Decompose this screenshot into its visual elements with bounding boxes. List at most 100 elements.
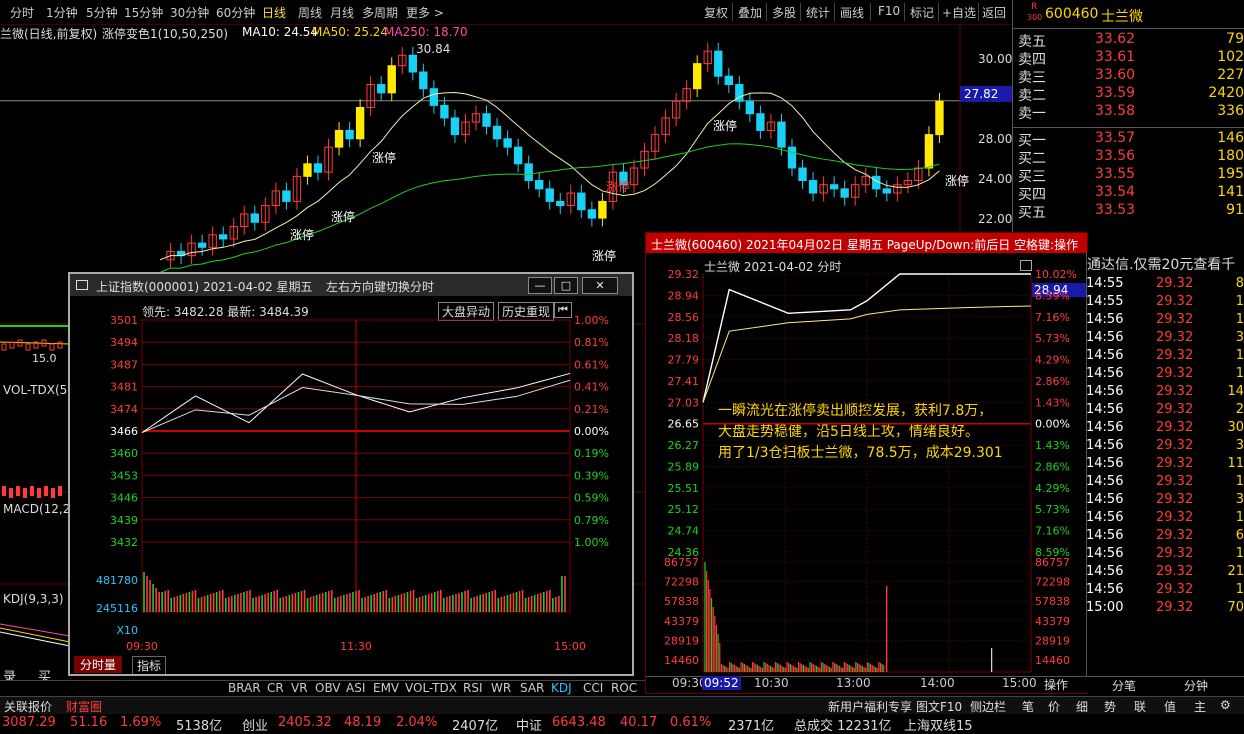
tool-xi[interactable]: 细 xyxy=(1076,698,1088,715)
related-quote-link[interactable]: 关联报价 xyxy=(4,698,52,715)
ob-row-label: 买三 xyxy=(1018,169,1046,185)
tab-cr[interactable]: CR xyxy=(267,681,284,695)
tool-zhi[interactable]: 值 xyxy=(1164,698,1176,715)
ob-row-label: 买四 xyxy=(1018,187,1046,203)
tab-vol-tdx[interactable]: VOL-TDX xyxy=(405,681,457,695)
tick-volume: 30 xyxy=(1227,420,1244,435)
price-tick-label: 27.41 xyxy=(668,375,700,388)
price-tick-label: 28.18 xyxy=(668,332,700,345)
sidebar-link[interactable]: 侧边栏 xyxy=(970,698,1006,715)
tab-minutes[interactable]: 分钟 xyxy=(1184,677,1208,694)
tool-multi-stock[interactable]: 多股 xyxy=(772,4,796,21)
tick-banner[interactable]: 通达信.仅需20元查看千 xyxy=(1087,254,1235,274)
tab-emv[interactable]: EMV xyxy=(373,681,399,695)
tool-bi[interactable]: 笔 xyxy=(1022,698,1034,715)
tab-more[interactable]: 更多 > xyxy=(406,4,444,21)
tab-multi-period[interactable]: 多周期 xyxy=(362,4,398,21)
tool-back[interactable]: 返回 xyxy=(982,4,1006,21)
candle-body xyxy=(303,163,312,177)
macd-bar xyxy=(2,486,6,496)
tab-60min[interactable]: 60分钟 xyxy=(216,4,255,21)
candle-body xyxy=(787,146,797,169)
tab-rsi[interactable]: RSI xyxy=(463,681,483,695)
stock-window-titlebar[interactable]: 士兰微(600460) 2021年04月02日 星期五 PageUp/Down:… xyxy=(646,233,1087,253)
tab-roc[interactable]: ROC xyxy=(611,681,637,695)
tick-time: 14:56 xyxy=(1086,348,1124,363)
time-tick-label: 11:30 xyxy=(340,640,372,653)
tick-time: 14:56 xyxy=(1086,582,1124,597)
tab-15min[interactable]: 15分钟 xyxy=(124,4,163,21)
sh-index-pct: 1.69% xyxy=(120,715,162,730)
price-tick-label: 28.94 xyxy=(668,289,700,302)
tick-volume: 70 xyxy=(1227,600,1244,615)
tab-asi[interactable]: ASI xyxy=(346,681,365,695)
tab-kdj[interactable]: KDJ xyxy=(551,681,572,695)
index-window-hint: 左右方向键切换分时 xyxy=(326,280,435,294)
tab-fenshi[interactable]: 分时 xyxy=(10,4,34,21)
volume-tick-label: 86757 xyxy=(1035,556,1070,569)
tab-monthly[interactable]: 月线 xyxy=(330,4,354,21)
candle-body xyxy=(714,50,723,77)
price-axis-label: 28.00 xyxy=(978,132,1013,146)
tab-minute-volume[interactable]: 分时量 xyxy=(74,656,123,673)
minimize-button[interactable]: — xyxy=(528,277,552,294)
tools-icon[interactable]: ⚙ xyxy=(1220,698,1231,712)
tab-indicator[interactable]: 指标 xyxy=(132,656,167,674)
tab-daily[interactable]: 日线 xyxy=(262,4,286,21)
tool-stats[interactable]: 统计 xyxy=(806,4,830,21)
tick-row: 14:56 29.32 21 xyxy=(1086,564,1244,582)
market-status-bar: 3087.29 51.16 1.69% 5138亿 创业 2405.32 48.… xyxy=(0,714,1244,734)
tab-weekly[interactable]: 周线 xyxy=(298,4,322,21)
price-axis-label: 24.00 xyxy=(978,172,1013,186)
tab-obv[interactable]: OBV xyxy=(315,681,341,695)
tab-wr[interactable]: WR xyxy=(491,681,511,695)
tool-fuquan[interactable]: 复权 xyxy=(704,4,728,21)
tab-cci[interactable]: CCI xyxy=(583,681,603,695)
tool-zhu[interactable]: 主 xyxy=(1194,698,1206,715)
tool-add-watchlist[interactable]: +自选 xyxy=(942,4,976,21)
price-tick-label: 24.74 xyxy=(668,525,700,538)
candle-body xyxy=(355,106,365,140)
candle-body xyxy=(503,138,512,148)
tool-f10[interactable]: F10 xyxy=(878,4,900,18)
tab-sar[interactable]: SAR xyxy=(520,681,544,695)
tool-lian[interactable]: 联 xyxy=(1134,698,1146,715)
tool-shi[interactable]: 势 xyxy=(1104,698,1116,715)
tick-row: 14:56 29.32 1 xyxy=(1086,312,1244,330)
close-button[interactable]: ✕ xyxy=(582,277,618,294)
wealth-circle-link[interactable]: 财富圈 xyxy=(66,698,102,715)
index-window-titlebar[interactable]: 上证指数(000001) 2021-04-02 星期五 左右方向键切换分时 — … xyxy=(70,274,632,296)
maximize-button[interactable]: □ xyxy=(554,277,578,294)
tab-30min[interactable]: 30分钟 xyxy=(170,4,209,21)
ob-row-price: 33.53 xyxy=(1095,202,1136,218)
volume-tick-label: 43379 xyxy=(1035,615,1070,628)
new-user-link[interactable]: 新用户福利专享 xyxy=(828,698,912,715)
tab-1min[interactable]: 1分钟 xyxy=(46,4,78,21)
f10-link[interactable]: 图文F10 xyxy=(916,698,962,715)
volume-tick-label: 72298 xyxy=(1035,576,1070,589)
tick-price: 29.32 xyxy=(1156,294,1194,309)
pct-tick-label: 1.00% xyxy=(574,536,609,549)
divider xyxy=(800,3,801,21)
pct-tick-label: 0.79% xyxy=(574,514,609,527)
tab-vr[interactable]: VR xyxy=(291,681,308,695)
tool-mark[interactable]: 标记 xyxy=(910,4,934,21)
tick-price: 29.32 xyxy=(1156,312,1194,327)
tool-draw[interactable]: 画线 xyxy=(840,4,864,21)
sh-index-change: 51.16 xyxy=(70,715,108,730)
pct-tick-label: 0.00% xyxy=(574,425,609,438)
candle-body xyxy=(345,129,354,140)
tab-ticks[interactable]: 分笔 xyxy=(1112,677,1136,694)
order-book-row: 买三 33.55 195 xyxy=(1015,166,1244,185)
tool-overlay[interactable]: 叠加 xyxy=(738,4,762,21)
sh-index-value: 3087.29 xyxy=(2,715,56,730)
tab-brar[interactable]: BRAR xyxy=(228,681,261,695)
tick-row: 14:55 29.32 1 xyxy=(1086,294,1244,312)
pct-tick-label: 1.43% xyxy=(1035,396,1070,409)
tool-jia[interactable]: 价 xyxy=(1048,698,1060,715)
tab-5min[interactable]: 5分钟 xyxy=(86,4,118,21)
tick-volume: 1 xyxy=(1235,294,1244,309)
ob-row-volume: 79 xyxy=(1226,31,1244,47)
tick-volume: 1 xyxy=(1235,510,1244,525)
pct-tick-label: 7.16% xyxy=(1035,311,1070,324)
